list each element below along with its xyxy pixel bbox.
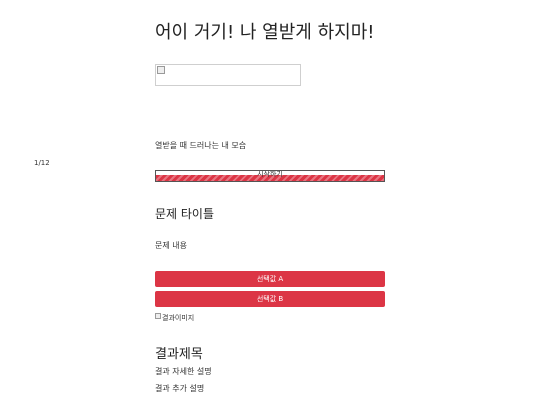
quiz-page: 어이 거기! 나 열받게 하지마! 열받을 때 드러나는 내 모습 1/12 시… [0,0,540,405]
result-image-alt: 결과이미지 [162,314,195,322]
result-extra-description: 결과 추가 설명 [155,384,205,393]
choice-b-button[interactable]: 선택값 B [155,291,385,307]
page-title: 어이 거기! 나 열받게 하지마! [155,22,375,43]
hero-caption: 열받을 때 드러나는 내 모습 [155,141,247,150]
broken-image-icon [155,313,161,319]
result-image: 결과이미지 [155,313,194,323]
question-title: 문제 타이틀 [155,207,215,221]
progress-label: 시작하기 [257,170,283,178]
progress-bar: 시작하기 [155,170,385,182]
result-description: 결과 자세한 설명 [155,367,212,376]
hero-image [155,64,301,86]
choice-a-button[interactable]: 선택값 A [155,271,385,287]
question-counter: 1/12 [34,159,50,167]
result-title: 결과제목 [155,347,203,362]
broken-image-icon [157,66,165,74]
question-body: 문제 내용 [155,241,187,250]
